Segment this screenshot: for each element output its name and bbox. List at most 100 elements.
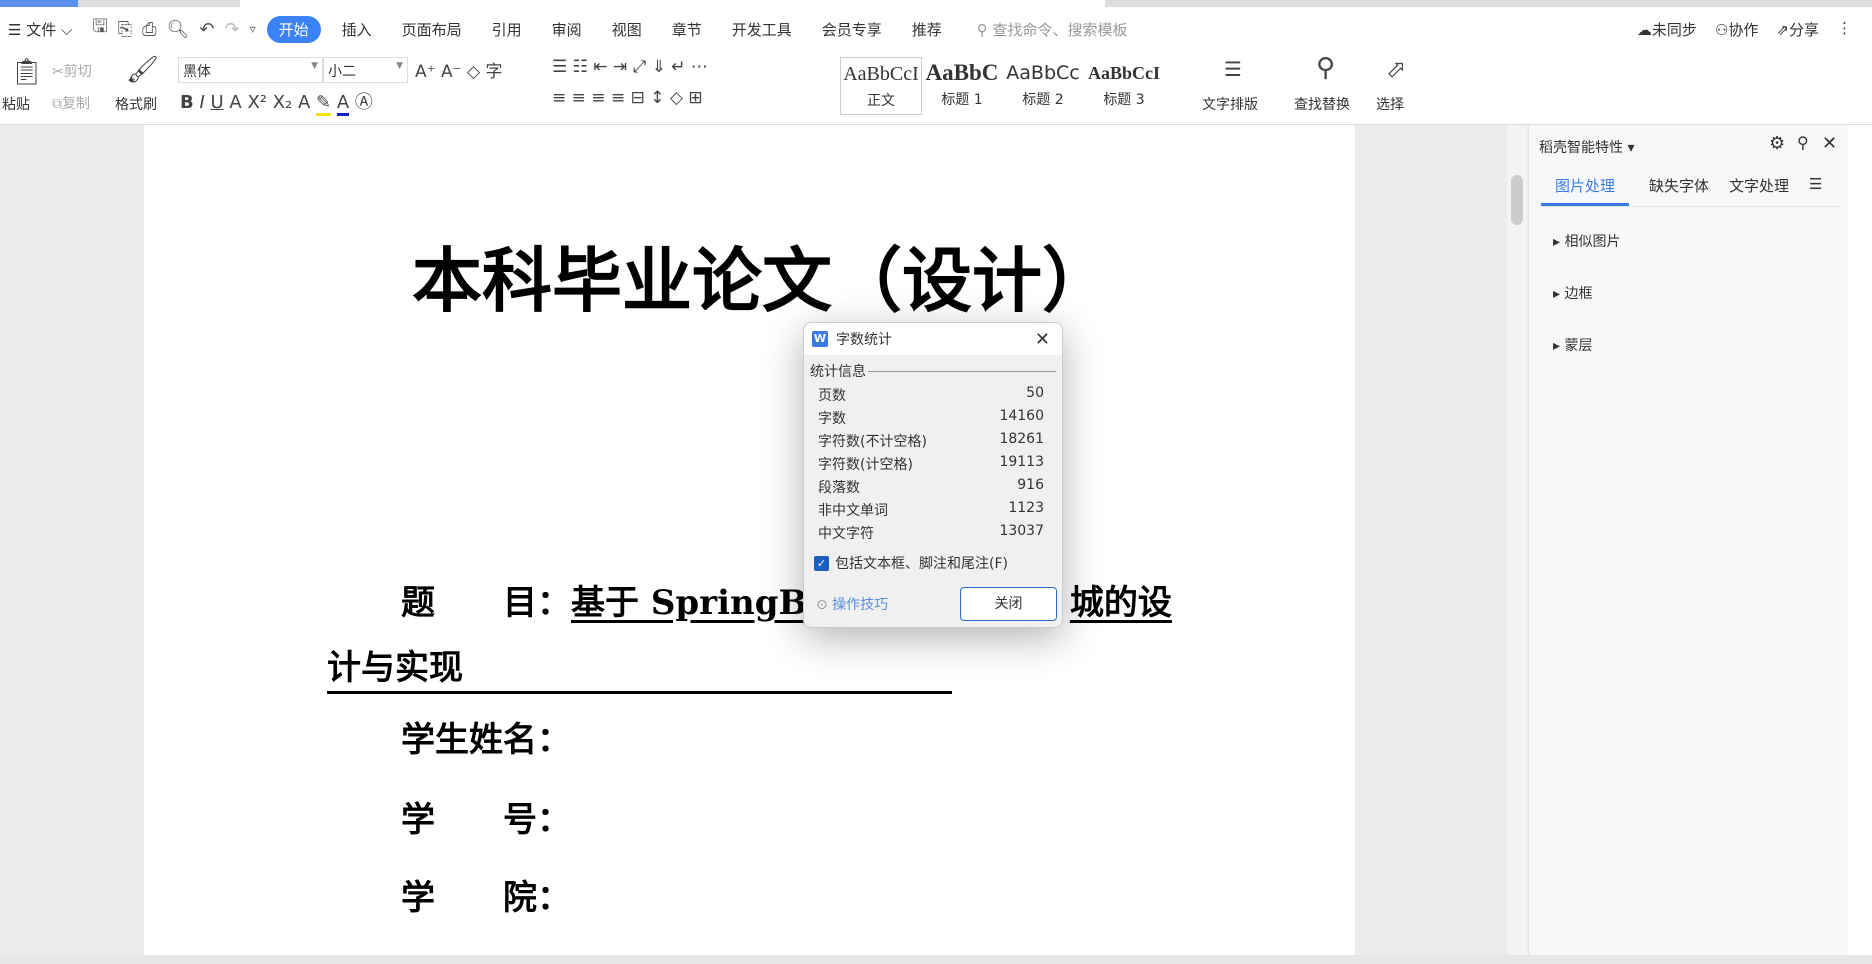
panel-tab-text[interactable]: 文字处理 [1729,175,1789,206]
topic-label: 题 目： [401,583,571,623]
tab-view[interactable]: 视图 [612,19,642,40]
text-layout-button[interactable]: 文字排版 [1202,94,1258,114]
panel-item-similar[interactable]: ▸ 相似图片 [1553,231,1620,251]
document-title: 本科毕业论文（设计） [412,239,1112,322]
stat-label: 非中文单词 [818,503,888,519]
section-label: 统计信息 [810,364,866,380]
more-icon[interactable]: ⋮ [1837,19,1852,40]
undo-icon[interactable]: ↶ [199,19,214,40]
font-tools-icons[interactable]: A⁺ A⁻ ◇ 字 [415,57,503,82]
tab-recommend[interactable]: 推荐 [912,19,942,40]
file-menu[interactable]: ☰ 文件 ⌵ [8,19,72,40]
style-sample: AaBbC [925,60,999,85]
magnifier-icon[interactable]: ⚲ [1316,53,1335,83]
vertical-scrollbar[interactable] [1507,125,1527,955]
share-button[interactable]: ⇗分享 [1776,19,1819,40]
close-button[interactable]: 关闭 [960,587,1057,621]
style-sample: AaBbCc [1006,62,1080,84]
panel-tab-missing-fonts[interactable]: 缺失字体 [1649,175,1709,206]
word-count-dialog: W 字数统计 ✕ 统计信息 页数 50 字数 14160 字符数(不计空格) 18261 字符数… [803,322,1063,628]
stat-label: 页数 [818,388,846,404]
stat-label: 字符数(不计空格) [818,434,927,450]
save-icon[interactable]: 🖫 [92,14,107,44]
item-label: 蒙层 [1564,338,1593,354]
print-icon[interactable]: ⎙ [142,19,156,40]
preview-icon[interactable]: 🔍︎ [167,19,190,40]
paste-icon[interactable]: 📋︎ [10,57,43,87]
font-value: 黑体 [183,64,211,80]
document-page[interactable]: 本科毕业论文（设计） 题 目：基于 SpringBo 城的设 计与实现 学生姓名：… [144,125,1355,955]
smart-panel: 稻壳智能特性 ▾ ⚙ ⚲ ✕ 图片处理 缺失字体 文字处理 ☰ ▸ 相似图片 ▸… [1528,125,1848,955]
share-icon: ⇗ [1776,21,1789,39]
stat-value: 19113 [999,454,1044,470]
side-toolbar [1848,125,1872,955]
tab-home[interactable]: 开始 [266,15,321,43]
stat-row: 字符数(不计空格) 18261 [818,431,1044,451]
cut-button[interactable]: ✂剪切 [52,61,92,81]
checkbox-label: 包括文本框、脚注和尾注(F) [835,556,1008,572]
tab-layout[interactable]: 页面布局 [402,19,462,40]
brush-icon[interactable]: 🖌︎ [126,55,159,85]
size-select[interactable]: 小二 ▼ [323,57,408,83]
wps-logo-icon: W [812,331,828,347]
text-layout-icon[interactable]: ☰ [1224,57,1242,81]
style-label: 标题 3 [1103,92,1145,108]
tab-section[interactable]: 章节 [672,19,702,40]
copy-label: 复制 [62,96,90,112]
collab-button[interactable]: ⚇协作 [1715,19,1758,40]
paste-button[interactable]: 粘贴 [2,94,30,114]
align-icons[interactable]: ≡ ≡ ≡ ≡ ⊟ ↕ ◇ ⊞ [552,88,703,108]
tab-insert[interactable]: 插入 [342,19,372,40]
topic-line-2: 计与实现 [327,640,952,694]
style-normal[interactable]: AaBbCcI 正文 [840,57,922,115]
close-panel-icon[interactable]: ✕ [1822,133,1837,154]
sync-button[interactable]: ☁未同步 [1637,19,1697,40]
include-checkbox[interactable]: ✓ 包括文本框、脚注和尾注(F) [814,553,1008,573]
export-icon[interactable]: ⎘ [118,19,132,40]
style-heading-3[interactable]: AaBbCcI 标题 3 [1084,57,1164,115]
tab-member[interactable]: 会员专享 [822,19,882,40]
font-select[interactable]: 黑体 ▼ [178,57,323,83]
find-replace-button[interactable]: 查找替换 [1294,94,1350,114]
scissors-icon: ✂ [52,64,64,80]
font-format-icons[interactable]: B I U A X² X₂ A ✎ A Ⓐ [180,88,373,116]
format-painter-button[interactable]: 格式刷 [115,94,157,114]
stat-label: 中文字符 [818,526,874,542]
redo-icon[interactable]: ↷ [224,19,239,40]
tips-label: 操作技巧 [832,597,889,613]
stat-row: 字数 14160 [818,408,1044,428]
cursor-icon[interactable]: ⬀ [1386,55,1406,83]
close-icon[interactable]: ✕ [1035,329,1050,350]
collab-label: 协作 [1728,21,1759,39]
tab-references[interactable]: 引用 [492,19,522,40]
style-label: 正文 [867,93,895,109]
panel-menu-icon[interactable]: ☰ [1809,175,1822,206]
item-label: 相似图片 [1564,234,1621,250]
play-icon: ⊙ [816,597,828,613]
panel-tab-image[interactable]: 图片处理 [1541,175,1630,206]
panel-item-mask[interactable]: ▸ 蒙层 [1553,335,1592,355]
pin-icon[interactable]: ⚲ [1797,133,1809,152]
select-button[interactable]: 选择 [1376,94,1404,114]
stat-value: 14160 [999,408,1044,424]
copy-icon: ⧉ [52,96,62,112]
stat-value: 13037 [999,523,1044,539]
tab-developer[interactable]: 开发工具 [732,19,792,40]
customize-icon[interactable]: ▿ [250,22,256,36]
tips-link[interactable]: ⊙ 操作技巧 [816,594,888,614]
stat-row: 段落数 916 [818,477,1044,497]
copy-button[interactable]: ⧉复制 [52,93,90,113]
paragraph-icons[interactable]: ☰ ☷ ⇤ ⇥ ⤢ ⇓ ↵ ⋯ [552,57,708,77]
tab-review[interactable]: 审阅 [552,19,582,40]
style-sample: AaBbCcI [843,63,919,85]
search-icon: ⚲ [976,20,988,39]
style-heading-2[interactable]: AaBbCc 标题 2 [1003,57,1083,115]
stat-row: 非中文单词 1123 [818,500,1044,520]
style-heading-1[interactable]: AaBbC 标题 1 [922,57,1002,115]
command-search[interactable]: ⚲ 查找命令、搜索模板 [977,19,1128,40]
panel-item-border[interactable]: ▸ 边框 [1553,283,1592,303]
college-label: 学 院： [401,878,571,918]
settings-icon[interactable]: ⚙ [1769,133,1785,154]
panel-title[interactable]: 稻壳智能特性 ▾ [1539,137,1634,157]
topic-value-end: 城的设 [1069,583,1172,623]
